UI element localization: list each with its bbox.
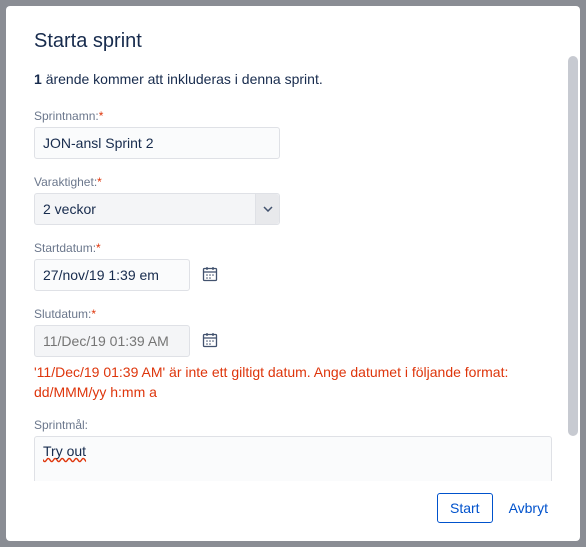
sprint-name-input[interactable] — [34, 127, 280, 159]
field-sprint-goal: Sprintmål: Try out — [34, 418, 552, 481]
label-duration: Varaktighet:* — [34, 175, 552, 189]
end-date-error: '11/Dec/19 01:39 AM' är inte ett giltigt… — [34, 363, 552, 402]
end-date-input[interactable] — [34, 325, 190, 357]
modal-title: Starta sprint — [34, 30, 552, 53]
calendar-icon — [202, 266, 218, 285]
required-mark: * — [99, 109, 104, 123]
field-end-date: Slutdatum:* '11/Dec/19 01:39 AM' är inte… — [34, 307, 552, 402]
label-sprint-goal: Sprintmål: — [34, 418, 552, 432]
field-start-date: Startdatum:* — [34, 241, 552, 291]
label-sprint-name: Sprintnamn:* — [34, 109, 552, 123]
start-sprint-modal: Starta sprint 1 ärende kommer att inklud… — [6, 6, 580, 541]
start-button[interactable]: Start — [437, 493, 493, 523]
info-line: 1 ärende kommer att inkluderas i denna s… — [34, 71, 552, 87]
label-start-date: Startdatum:* — [34, 241, 552, 255]
scrollbar-thumb[interactable] — [568, 56, 578, 436]
end-date-calendar-button[interactable] — [200, 331, 220, 351]
start-date-input[interactable] — [34, 259, 190, 291]
required-mark: * — [91, 307, 96, 321]
modal-footer: Start Avbryt — [6, 481, 580, 541]
start-date-calendar-button[interactable] — [200, 265, 220, 285]
required-mark: * — [96, 241, 101, 255]
field-sprint-name: Sprintnamn:* — [34, 109, 552, 159]
info-count: 1 — [34, 71, 42, 87]
scrollbar[interactable] — [566, 8, 578, 481]
sprint-goal-textarea[interactable]: Try out — [34, 436, 552, 481]
required-mark: * — [97, 175, 102, 189]
duration-select[interactable]: 2 veckor — [34, 193, 280, 225]
field-duration: Varaktighet:* 2 veckor — [34, 175, 552, 225]
cancel-button[interactable]: Avbryt — [501, 494, 556, 522]
info-text: ärende kommer att inkluderas i denna spr… — [46, 71, 323, 87]
label-end-date: Slutdatum:* — [34, 307, 552, 321]
modal-body: Starta sprint 1 ärende kommer att inklud… — [6, 6, 580, 481]
calendar-icon — [202, 332, 218, 351]
